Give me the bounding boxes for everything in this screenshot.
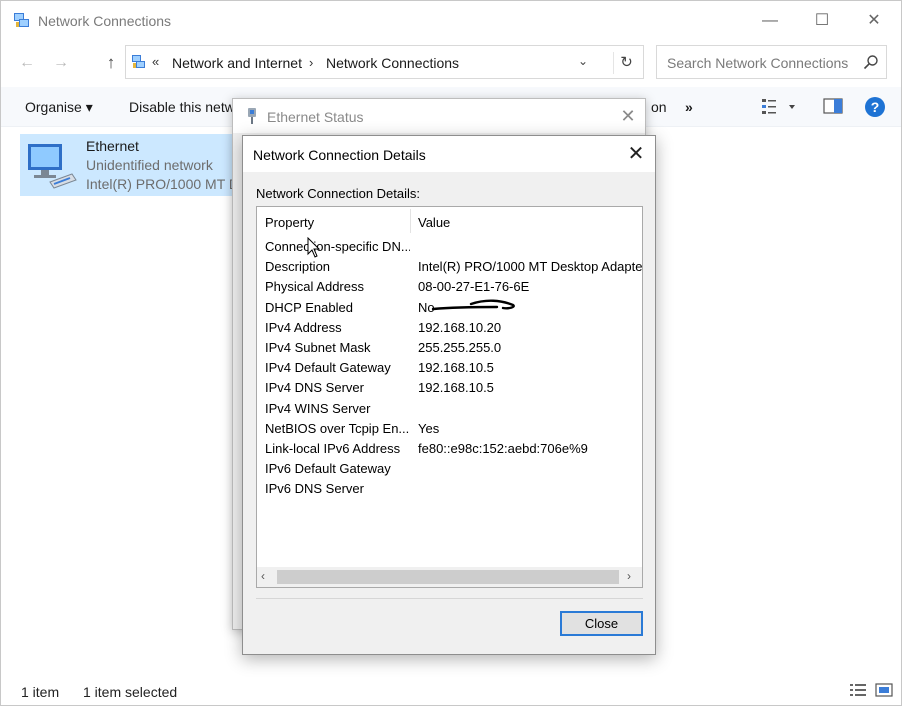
maximize-button[interactable]: ☐ [807, 9, 837, 33]
connection-adapter: Intel(R) PRO/1000 MT Desktop Adapter [86, 176, 250, 192]
status-bar: 1 item 1 item selected [1, 677, 901, 705]
search-box[interactable]: Search Network Connections [656, 45, 887, 79]
organise-menu[interactable]: Organise ▾ [25, 99, 93, 116]
search-input[interactable]: Search Network Connections [667, 55, 848, 71]
row-property: IPv6 DNS Server [265, 481, 364, 497]
details-title: Network Connection Details [253, 147, 426, 163]
scroll-thumb[interactable] [277, 570, 619, 584]
row-value: fe80::e98c:152:aebd:706e%9 [418, 440, 588, 456]
row-value: 08-00-27-E1-76-6E [418, 279, 530, 295]
handwritten-underline-mark [431, 299, 515, 311]
row-property: Physical Address [265, 279, 364, 295]
list-row[interactable]: Link-local IPv6 Address fe80::e98c:152:ae… [257, 439, 642, 459]
column-property[interactable]: Property [265, 215, 314, 230]
dialog-divider [256, 598, 643, 599]
ethernet-status-title-bar: Ethernet Status ✕ [233, 99, 645, 133]
row-property: Link-local IPv6 Address [265, 440, 401, 456]
list-row[interactable]: IPv4 Address 192.168.10.20 [257, 318, 642, 338]
large-icons-view-icon[interactable] [875, 683, 893, 697]
minimize-button[interactable]: — [755, 9, 785, 33]
column-divider[interactable] [410, 209, 411, 233]
list-row[interactable]: IPv6 DNS Server [257, 479, 642, 499]
change-view-icon[interactable] [761, 97, 797, 117]
address-bar[interactable]: « Network and Internet › Network Connect… [125, 45, 644, 79]
ethernet-plug-icon [248, 108, 256, 124]
search-icon[interactable] [863, 54, 879, 70]
list-rows: Connection-specific DN... Description Int… [257, 237, 642, 499]
back-button[interactable]: ← [15, 51, 39, 75]
close-window-button[interactable]: ✕ [859, 9, 889, 33]
row-property: IPv4 Address [265, 319, 342, 335]
details-view-icon[interactable] [849, 683, 867, 697]
mouse-cursor-icon [307, 237, 321, 258]
scroll-left-icon[interactable]: ‹ [261, 569, 265, 583]
row-value: 255.255.255.0 [418, 339, 502, 355]
breadcrumb-network-connections[interactable]: Network Connections [326, 55, 459, 71]
list-row[interactable]: IPv4 DNS Server 192.168.10.5 [257, 378, 642, 398]
list-row[interactable]: Physical Address 08-00-27-E1-76-6E [257, 277, 642, 297]
item-count: 1 item [21, 684, 60, 700]
breadcrumb-separator-icon[interactable]: › [309, 55, 313, 70]
overflow-chevron-icon[interactable]: « [152, 54, 159, 69]
list-row[interactable]: IPv4 WINS Server [257, 399, 642, 419]
list-row[interactable]: IPv6 Default Gateway [257, 459, 642, 479]
refresh-button[interactable]: ↻ [613, 52, 639, 74]
row-value: 192.168.10.20 [418, 319, 502, 335]
toolbar-partial-label[interactable]: on [651, 99, 667, 115]
list-row[interactable]: IPv4 Subnet Mask 255.255.255.0 [257, 338, 642, 358]
breadcrumb-network-and-internet[interactable]: Network and Internet [172, 55, 302, 71]
row-property: IPv4 DNS Server [265, 380, 364, 396]
ethernet-connection-item[interactable]: Ethernet Unidentified network Intel(R) P… [20, 134, 250, 196]
row-value: Intel(R) PRO/1000 MT Desktop Adapter [418, 259, 643, 275]
close-button[interactable]: Close [560, 611, 643, 636]
more-commands-button[interactable]: » [685, 99, 693, 115]
list-row[interactable]: NetBIOS over Tcpip En... Yes [257, 419, 642, 439]
details-close-icon[interactable]: ✕ [623, 142, 649, 166]
list-header: Property Value [257, 207, 642, 235]
column-value[interactable]: Value [418, 215, 450, 230]
preview-pane-icon[interactable] [823, 97, 843, 115]
connection-name: Ethernet [86, 138, 139, 154]
row-property: NetBIOS over Tcpip En... [265, 420, 410, 436]
network-folder-icon [14, 13, 29, 27]
ethernet-status-close-button[interactable]: ✕ [617, 105, 639, 127]
details-list[interactable]: Property Value Connection-specific DN...… [256, 206, 643, 588]
network-folder-icon [132, 55, 145, 68]
up-button[interactable]: ↑ [99, 51, 123, 75]
address-row: ← → ↑ « Network and Internet › Network C… [1, 43, 901, 83]
row-property: IPv4 Subnet Mask [265, 339, 371, 355]
details-label: Network Connection Details: [256, 186, 421, 201]
address-dropdown-icon[interactable]: ⌄ [578, 54, 588, 68]
forward-button[interactable]: → [49, 51, 73, 75]
list-row[interactable]: IPv4 Default Gateway 192.168.10.5 [257, 358, 642, 378]
connection-status: Unidentified network [86, 157, 213, 173]
selection-count: 1 item selected [83, 684, 178, 700]
window-title: Network Connections [38, 13, 172, 29]
row-property: Description [265, 259, 331, 275]
title-bar: Network Connections — ☐ ✕ [1, 1, 901, 41]
network-adapter-icon [28, 144, 77, 189]
scroll-right-icon[interactable]: › [627, 569, 631, 583]
connection-details-dialog: Network Connection Details ✕ Network Con… [242, 135, 656, 655]
row-value: 192.168.10.5 [418, 380, 494, 396]
row-value: Yes [418, 420, 440, 436]
row-property: IPv6 Default Gateway [265, 461, 391, 477]
row-property: IPv4 WINS Server [265, 400, 371, 416]
details-title-bar: Network Connection Details ✕ [243, 136, 655, 172]
ethernet-status-title: Ethernet Status [267, 109, 364, 125]
horizontal-scrollbar[interactable]: ‹ › [257, 567, 642, 587]
row-property: IPv4 Default Gateway [265, 360, 391, 376]
row-property: DHCP Enabled [265, 299, 353, 315]
help-icon[interactable]: ? [865, 97, 885, 117]
row-property: Connection-specific DN... [265, 239, 410, 254]
row-value: 192.168.10.5 [418, 360, 494, 376]
list-row[interactable]: Description Intel(R) PRO/1000 MT Desktop … [257, 257, 642, 277]
